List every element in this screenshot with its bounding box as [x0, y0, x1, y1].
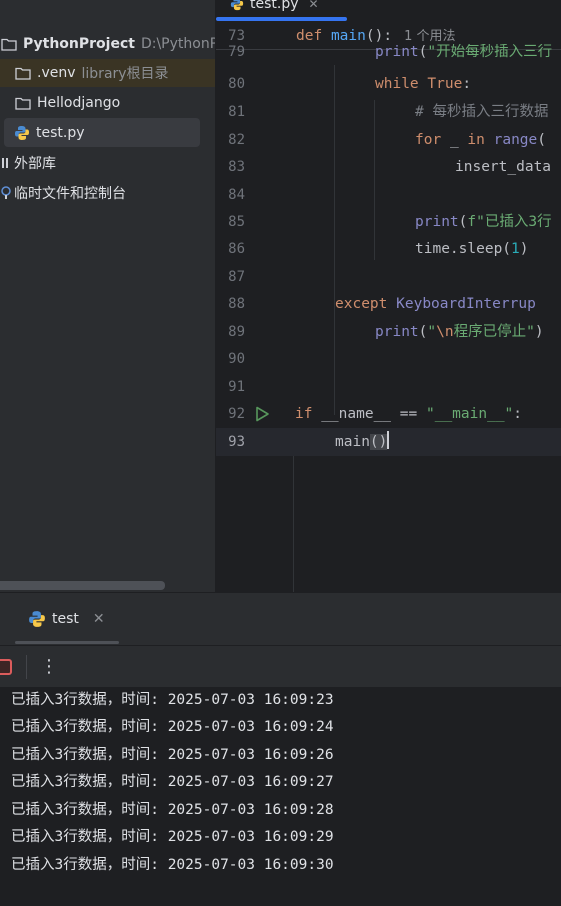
- code-text: for _ in range(: [415, 132, 546, 148]
- tree-item-venv[interactable]: .venv library根目录: [0, 59, 215, 87]
- code-line: 84: [216, 181, 561, 209]
- run-tab-label: test: [52, 611, 79, 627]
- console-line: 已插入3行数据，时间: 2025-07-03 16:09:24: [11, 719, 334, 735]
- project-panel: PythonProject D:\PythonPr .venv library根…: [0, 0, 215, 592]
- code-line: 87: [216, 263, 561, 291]
- line-number: 85: [228, 214, 245, 230]
- code-line: 83 insert_data: [216, 153, 561, 181]
- folder-icon: [14, 94, 32, 112]
- line-number: 90: [228, 351, 245, 367]
- tree-item-hint: library根目录: [81, 66, 169, 82]
- code-text: time.sleep(1): [415, 241, 529, 257]
- console-line: 已插入3行数据，时间: 2025-07-03 16:09:29: [11, 829, 334, 845]
- editor-tab-test-py[interactable]: test.py ✕: [230, 0, 319, 16]
- code-line: 82 for _ in range(: [216, 126, 561, 154]
- code-line: 92 if __name__ == "__main__":: [216, 400, 561, 428]
- line-number: 79: [228, 44, 245, 60]
- editor-tab-strip: test.py ✕: [216, 0, 561, 22]
- code-text: print("\n程序已停止"): [375, 324, 544, 340]
- line-number: 83: [228, 159, 245, 175]
- line-number: 82: [228, 132, 245, 148]
- code-line: 86 time.sleep(1): [216, 235, 561, 263]
- code-text: main(): [335, 428, 390, 456]
- code-line: 79 print("开始每秒插入三行: [216, 44, 561, 70]
- code-line: 90: [216, 345, 561, 373]
- code-editor[interactable]: test.py ✕ 73 def main(): 1 个用法 79 print("…: [216, 0, 561, 592]
- code-text: while True:: [375, 76, 472, 92]
- line-number: 88: [228, 296, 245, 312]
- code-line: 88 except KeyboardInterrup: [216, 290, 561, 318]
- text-caret: [387, 431, 390, 449]
- console-line: 已插入3行数据，时间: 2025-07-03 16:09:23: [11, 692, 334, 708]
- active-tab-indicator: [216, 17, 347, 21]
- tree-item-label: Hellodjango: [37, 95, 121, 111]
- code-line-current: 93 main(): [216, 428, 561, 456]
- code-line: 85 print(f"已插入3行: [216, 208, 561, 236]
- active-tab-indicator: [15, 641, 119, 644]
- folder-icon: [14, 64, 32, 82]
- tree-item-test-py[interactable]: test.py: [4, 118, 200, 147]
- editor-tab-label: test.py: [250, 0, 299, 12]
- console-line: 已插入3行数据，时间: 2025-07-03 16:09:30: [11, 857, 334, 873]
- line-number: 89: [228, 324, 245, 340]
- python-file-icon: [230, 0, 244, 11]
- console-line: 已插入3行数据，时间: 2025-07-03 16:09:27: [11, 774, 334, 790]
- close-icon[interactable]: ✕: [93, 611, 105, 627]
- tree-item-label: 外部库: [14, 156, 56, 172]
- tree-item-scratches-consoles[interactable]: 临时文件和控制台: [0, 179, 126, 207]
- code-text: # 每秒插入三行数据: [415, 104, 549, 120]
- stop-button[interactable]: [0, 659, 12, 675]
- run-tab-test[interactable]: test ✕: [28, 606, 105, 632]
- more-options-icon[interactable]: ⋮: [40, 654, 58, 680]
- code-text: if __name__ == "__main__":: [295, 406, 523, 422]
- tree-item-hellodjango[interactable]: Hellodjango: [0, 89, 120, 117]
- code-text: except KeyboardInterrup: [335, 296, 536, 312]
- folder-icon: [0, 35, 18, 53]
- run-gutter-icon[interactable]: [254, 406, 270, 422]
- indent-guide: [293, 455, 294, 592]
- tree-item-label: .venv: [37, 65, 76, 81]
- code-text: print("开始每秒插入三行: [375, 44, 553, 60]
- console-line: 已插入3行数据，时间: 2025-07-03 16:09:28: [11, 802, 334, 818]
- tree-item-external-libraries[interactable]: 外部库: [0, 149, 56, 177]
- root-path: D:\PythonPr: [140, 36, 215, 52]
- tree-root-python-project[interactable]: PythonProject D:\PythonPr: [0, 30, 215, 58]
- line-number: 87: [228, 269, 245, 285]
- scratches-icon: [0, 184, 12, 202]
- line-number: 93: [228, 434, 245, 450]
- python-file-icon: [13, 124, 31, 142]
- toolbar-divider: [26, 655, 27, 679]
- usages-inlay-hint[interactable]: 1 个用法: [404, 29, 455, 44]
- run-toolbar: ⋮: [0, 645, 561, 687]
- code-line: 89 print("\n程序已停止"): [216, 318, 561, 346]
- code-text: print(f"已插入3行: [415, 214, 552, 230]
- code-text: insert_data: [455, 159, 552, 175]
- python-icon: [28, 610, 46, 628]
- line-number: 84: [228, 187, 245, 203]
- code-line: 91: [216, 373, 561, 401]
- code-line: 80 while True:: [216, 70, 561, 98]
- horizontal-scrollbar[interactable]: [0, 581, 165, 590]
- line-number: 80: [228, 76, 245, 92]
- line-number: 86: [228, 241, 245, 257]
- close-icon[interactable]: ✕: [309, 0, 319, 11]
- library-icon: [0, 154, 12, 172]
- tree-item-label: test.py: [36, 124, 85, 141]
- run-tab-strip: test ✕: [0, 593, 561, 645]
- tree-item-label: 临时文件和控制台: [14, 186, 126, 202]
- run-tool-window: test ✕ ⋮ 已插入3行数据，时间: 2025-07-03 16:09:23…: [0, 593, 561, 906]
- console-output[interactable]: 已插入3行数据，时间: 2025-07-03 16:09:23 已插入3行数据，…: [0, 687, 561, 906]
- line-number: 91: [228, 379, 245, 395]
- root-name: PythonProject: [23, 36, 135, 52]
- code-line: 81 # 每秒插入三行数据: [216, 98, 561, 126]
- line-number: 81: [228, 104, 245, 120]
- console-line: 已插入3行数据，时间: 2025-07-03 16:09:26: [11, 747, 334, 763]
- line-number: 92: [228, 406, 245, 422]
